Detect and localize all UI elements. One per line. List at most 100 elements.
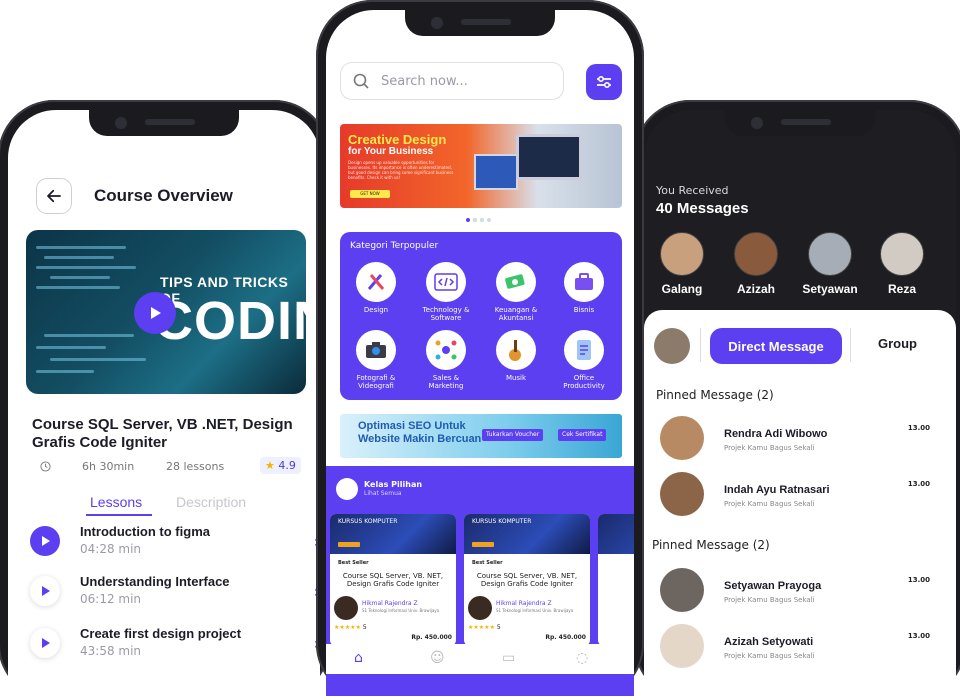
lesson-play-button[interactable]: [30, 576, 60, 606]
card-price: Rp. 450.000: [411, 634, 452, 641]
divider: [700, 328, 701, 362]
tablet-illustration: [474, 154, 518, 190]
notch: [405, 10, 555, 36]
certificate-button[interactable]: Cek Sertifikat: [558, 429, 607, 441]
category-item[interactable]: Musik: [486, 330, 546, 382]
voucher-button[interactable]: Tukarkan Voucher: [482, 429, 544, 441]
tab-direct-message[interactable]: Direct Message: [710, 328, 842, 364]
avatar[interactable]: [654, 328, 690, 364]
tab-description[interactable]: Description: [176, 494, 246, 510]
message-time: 13.00: [907, 424, 930, 432]
course-video-thumbnail[interactable]: TIPS AND TRICKS OF CODING: [26, 230, 306, 394]
message-time: 13.00: [907, 576, 930, 584]
user-icon[interactable]: ◌: [576, 650, 588, 666]
phone-messages: You Received 40 Messages Galang Azizah S…: [634, 100, 960, 700]
design-tools-icon: [356, 262, 396, 302]
category-label: Design: [363, 306, 389, 314]
banner-cta-button[interactable]: GET NOW: [350, 190, 390, 198]
contact-avatar[interactable]: Reza: [874, 232, 930, 296]
home-icon[interactable]: ⌂: [354, 650, 363, 666]
star-rating: ★★★★★ 5: [468, 624, 501, 631]
filter-button[interactable]: [586, 64, 622, 100]
clock-icon: [40, 461, 51, 472]
contact-avatar[interactable]: Setyawan: [802, 232, 858, 296]
card-badge: KURSUS KOMPUTER: [472, 518, 532, 525]
category-label: Sales & Marketing: [428, 374, 464, 390]
lesson-item[interactable]: Understanding Interface 06:12 min ›: [30, 572, 320, 612]
profile-icon[interactable]: ☺: [430, 650, 445, 666]
pinned-header: Pinned Message (2): [652, 538, 770, 552]
arrow-left-icon: [47, 189, 61, 203]
course-card-partial[interactable]: [598, 514, 634, 646]
category-label: Office Productivity: [563, 374, 605, 390]
message-item[interactable]: Indah Ayu Ratnasari Projek Kamu Bagus Sek…: [660, 472, 936, 522]
back-button[interactable]: [36, 178, 72, 214]
instructor-name: Hikmal Rajendra Z: [362, 600, 418, 607]
messages-screen: You Received 40 Messages Galang Azizah S…: [644, 110, 956, 700]
category-item[interactable]: Office Productivity: [554, 330, 614, 390]
message-item[interactable]: Setyawan Prayoga Projek Kamu Bagus Sekali…: [660, 568, 936, 618]
lesson-item[interactable]: Create first design project 43:58 min ›: [30, 624, 320, 664]
divider: [850, 328, 851, 362]
contact-name: Galang: [661, 282, 703, 296]
rating-value: 5: [362, 624, 367, 631]
lesson-count: 28 lessons: [166, 460, 225, 473]
hero-title: CODING: [154, 291, 306, 351]
search-bar[interactable]: Search now...: [340, 62, 564, 100]
sender-name: Azizah Setyowati: [724, 636, 814, 648]
course-card[interactable]: KURSUS KOMPUTER Best Seller Course SQL S…: [330, 514, 456, 646]
home-screen: Search now... Creative Design for Your B…: [326, 10, 634, 700]
lesson-play-button[interactable]: [30, 526, 60, 556]
category-item[interactable]: Technology & Software: [416, 262, 476, 322]
course-card[interactable]: KURSUS KOMPUTER Best Seller Course SQL S…: [464, 514, 590, 646]
banner-title: Creative Design: [348, 132, 447, 147]
network-icon: [426, 330, 466, 370]
tab-group[interactable]: Group: [878, 336, 917, 351]
message-item[interactable]: Azizah Setyowati Projek Kamu Bagus Sekali…: [660, 624, 936, 674]
contact-avatar[interactable]: Azizah: [728, 232, 784, 296]
see-all-link[interactable]: Lihat Semua: [364, 490, 402, 497]
lesson-play-button[interactable]: [30, 628, 60, 658]
guitar-icon: [496, 330, 536, 370]
avatar: [734, 232, 778, 276]
category-title: Kategori Terpopuler: [350, 241, 439, 251]
banner-body: Design opens up valuable opportunities f…: [348, 160, 454, 180]
rating-value: 5: [496, 624, 501, 631]
phone-home: Search now... Creative Design for Your B…: [316, 0, 644, 700]
category-item[interactable]: Fotografi & Videografi: [346, 330, 406, 390]
card-banner-button: [472, 542, 494, 547]
laptop-illustration: [516, 134, 582, 180]
category-item[interactable]: Sales & Marketing: [416, 330, 476, 390]
briefcase-icon: [564, 262, 604, 302]
message-item[interactable]: Rendra Adi Wibowo Projek Kamu Bagus Sekal…: [660, 416, 936, 466]
money-icon: [496, 262, 536, 302]
category-item[interactable]: Keuangan & Akuntansi: [486, 262, 546, 322]
category-item[interactable]: Design: [346, 262, 406, 314]
category-label: Keuangan & Akuntansi: [494, 306, 538, 322]
avatar: [660, 416, 704, 460]
contact-avatar[interactable]: Galang: [654, 232, 710, 296]
avatar: [336, 478, 358, 500]
play-button[interactable]: [134, 292, 176, 334]
category-label: Technology & Software: [422, 306, 470, 322]
course-name: Course SQL Server, VB .NET, Design Grafi…: [32, 416, 293, 451]
search-input[interactable]: Search now...: [381, 74, 468, 89]
lesson-item[interactable]: Introduction to figma 04:28 min ›: [30, 522, 320, 562]
phone-course-overview: Course Overview TIPS AND TRICKS OF CODIN…: [0, 100, 330, 700]
sender-name: Rendra Adi Wibowo: [724, 428, 828, 440]
lesson-title: Introduction to figma: [80, 524, 210, 539]
course-screen: Course Overview TIPS AND TRICKS OF CODIN…: [8, 110, 320, 700]
avatar: [660, 472, 704, 516]
seo-banner[interactable]: Optimasi SEO Untuk Website Makin Bercuan…: [340, 414, 622, 458]
tab-lessons[interactable]: Lessons: [90, 494, 142, 510]
code-icon: [426, 262, 466, 302]
category-item[interactable]: Bisnis: [554, 262, 614, 314]
promo-banner[interactable]: Creative Design for Your Business Design…: [340, 124, 622, 208]
lesson-duration: 04:28 min: [80, 542, 142, 556]
active-tab-indicator: [86, 514, 152, 516]
message-preview: Projek Kamu Bagus Sekali: [724, 596, 815, 604]
notch: [89, 110, 239, 136]
section-title: Kelas Pilihan: [364, 480, 423, 489]
avatar: [808, 232, 852, 276]
book-icon[interactable]: ▭: [502, 650, 515, 666]
